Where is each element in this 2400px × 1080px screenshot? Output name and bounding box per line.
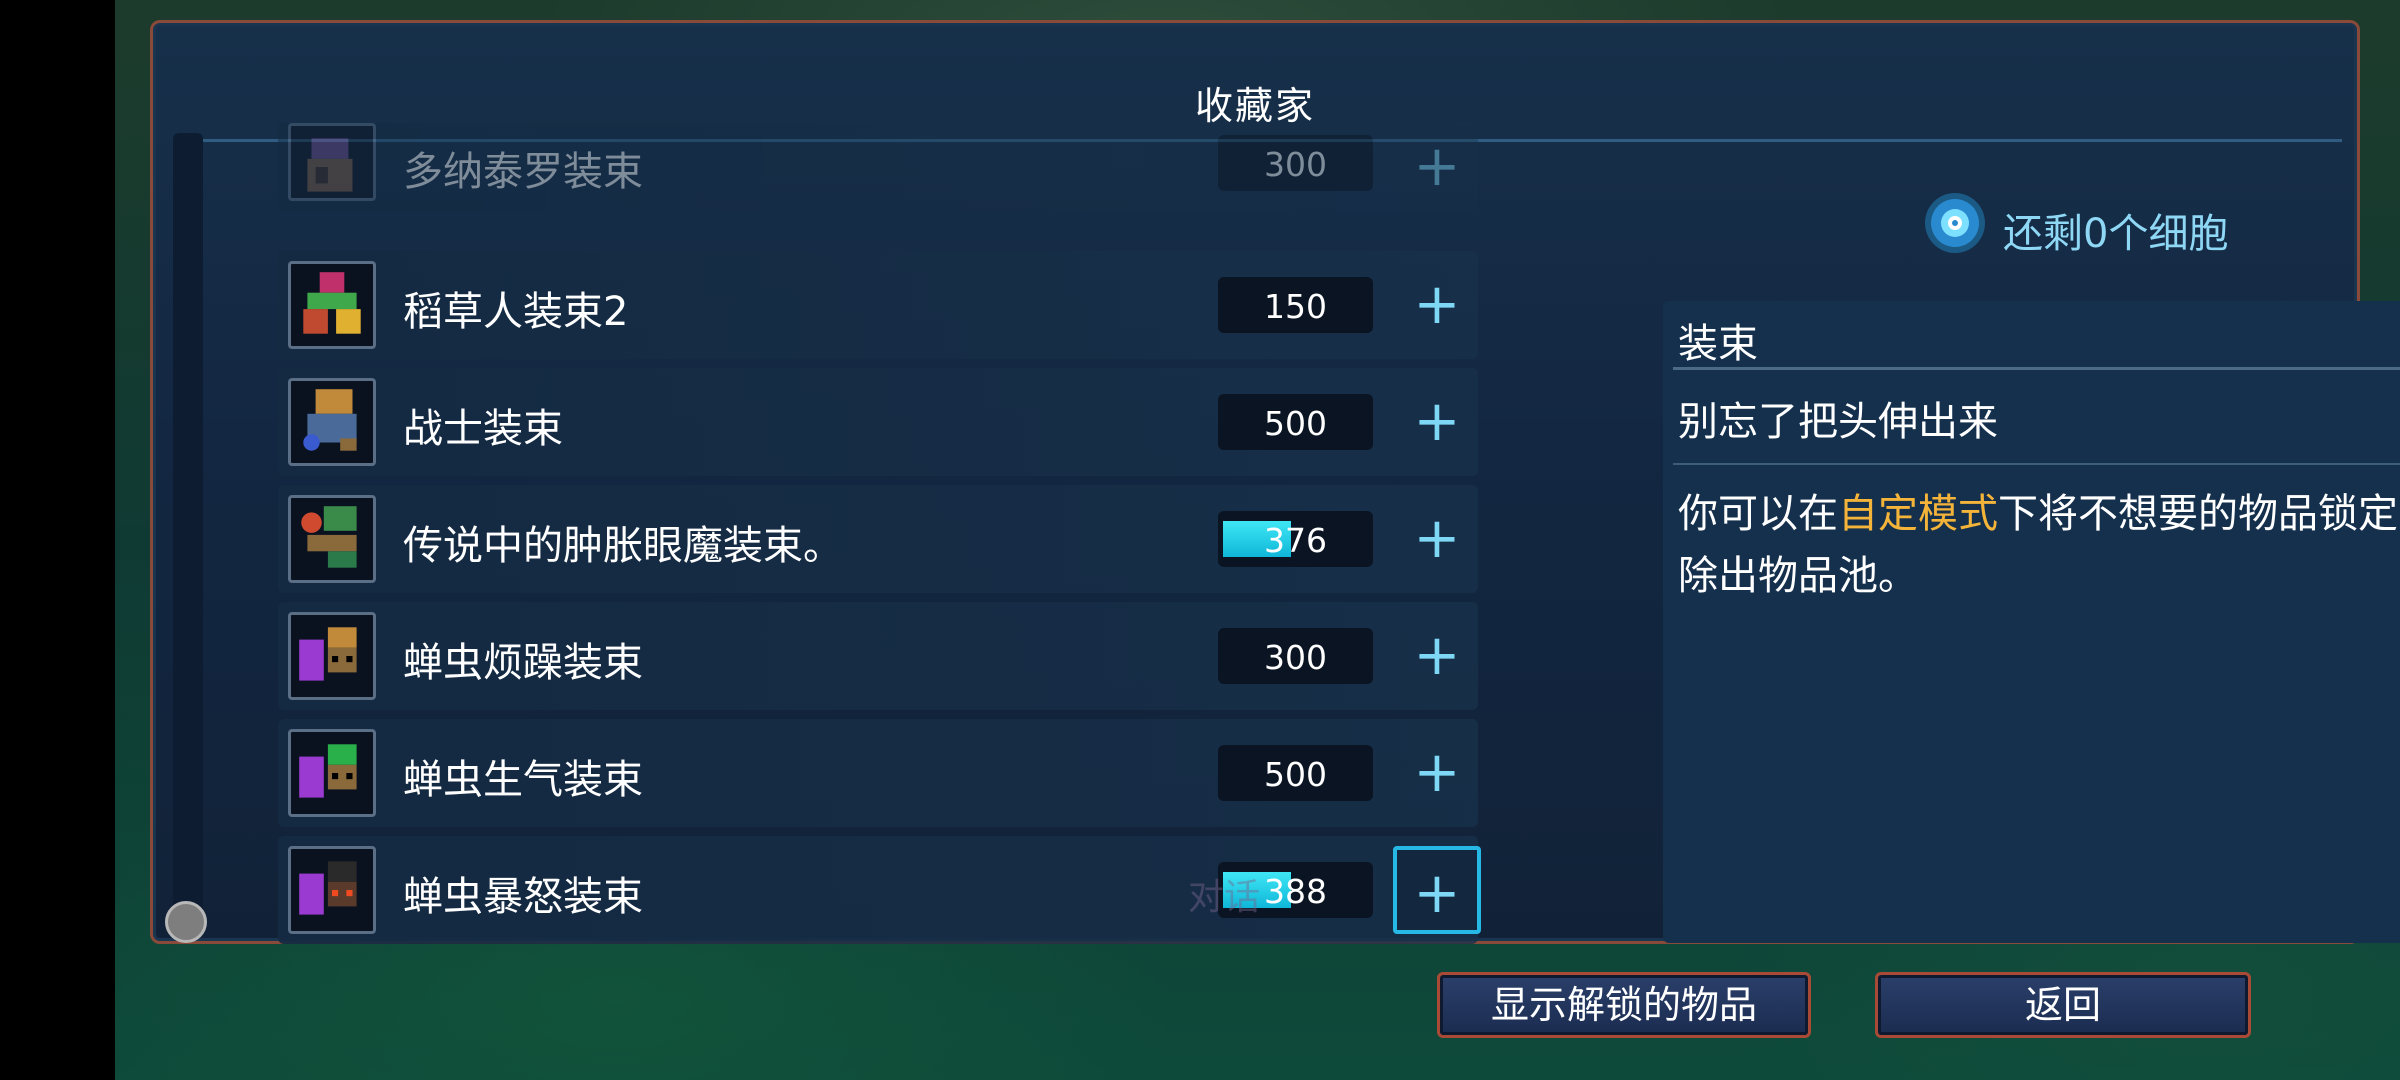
cost-value: 150 [1264,287,1327,326]
add-button[interactable]: + [1393,495,1481,583]
list-item[interactable]: 稻草人装束2 150 + [278,251,1478,359]
info-divider [1673,367,2400,370]
list-item[interactable]: 蝉虫暴怒装束 388 + [278,836,1481,944]
item-name: 战士装束 [403,406,563,452]
panel-title: 收藏家 [1194,84,1315,128]
add-button[interactable]: + [1393,612,1481,700]
desc-text: 你可以在 [1678,491,1838,537]
item-icon [288,378,376,466]
add-button[interactable]: + [1393,846,1481,934]
cost-value: 300 [1264,638,1327,677]
item-name: 蝉虫暴怒装束 [403,874,643,920]
info-category: 装束 [1678,321,1758,367]
item-cost: 300 [1218,628,1373,684]
item-cost: 500 [1218,394,1373,450]
back-button[interactable]: 返回 [1875,972,2251,1038]
show-unlocked-button[interactable]: 显示解锁的物品 [1437,972,1811,1038]
item-cost: 300 [1218,135,1373,191]
add-button[interactable]: + [1393,729,1481,817]
collector-panel: 收藏家 多纳泰罗装束 300 + 稻草人装束2 150 + 战士装束 500 +… [150,20,2400,944]
cost-value: 376 [1264,521,1327,560]
item-icon [288,123,376,201]
add-button[interactable]: + [1393,378,1481,466]
custom-mode-highlight: 自定模式 [1838,491,1998,537]
cell-icon [1925,193,1985,253]
list-item[interactable]: 蝉虫生气装束 500 + [278,719,1478,827]
item-icon [288,495,376,583]
item-name: 蝉虫生气装束 [403,757,643,803]
item-icon [288,612,376,700]
list-item[interactable]: 战士装束 500 + [278,368,1478,476]
left-letterbox [0,0,115,1080]
info-divider [1673,463,2400,465]
add-button[interactable]: + [1393,123,1481,211]
info-quote: 别忘了把头伸出来 [1678,399,1998,445]
talk-hint: 对话 [1188,877,1261,918]
item-name: 蝉虫烦躁装束 [403,640,643,686]
list-item[interactable]: 传说中的肿胀眼魔装束。 376 + [278,485,1478,593]
info-description: 你可以在自定模式下将不想要的物品锁定以排除出物品池。 [1678,483,2400,607]
cost-value: 500 [1264,755,1327,794]
cells-remaining-text: 还剩0个细胞 [2003,211,2229,257]
item-cost: 150 [1218,277,1373,333]
list-scrollbar[interactable] [173,133,203,913]
item-cost: 376 [1218,511,1373,567]
item-name: 传说中的肿胀眼魔装束。 [403,523,843,569]
item-icon [288,729,376,817]
item-name: 多纳泰罗装束 [403,149,643,195]
scrollbar-knob[interactable] [165,901,207,943]
item-cost: 500 [1218,745,1373,801]
list-item[interactable]: 多纳泰罗装束 300 + [278,123,1478,211]
item-name: 稻草人装束2 [403,289,629,335]
add-button[interactable]: + [1393,261,1481,349]
cost-value: 500 [1264,404,1327,443]
item-info-box: 装束 别忘了把头伸出来 你可以在自定模式下将不想要的物品锁定以排除出物品池。 [1663,301,2400,943]
cost-value: 300 [1264,145,1327,184]
item-icon [288,261,376,349]
list-item[interactable]: 蝉虫烦躁装束 300 + [278,602,1478,710]
item-icon [288,846,376,934]
